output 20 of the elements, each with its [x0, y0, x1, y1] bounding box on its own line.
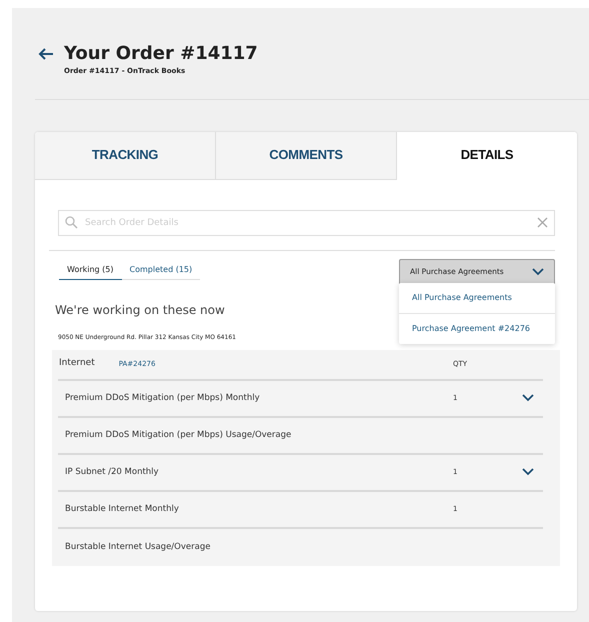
tab[interactable]: TRACKING	[35, 132, 216, 180]
filter-tab[interactable]: Working (5)	[59, 260, 122, 280]
back-arrow-icon[interactable]	[38, 48, 54, 60]
tab[interactable]: COMMENTS	[216, 132, 397, 180]
section-heading: We're working on these now	[55, 302, 226, 318]
expand-chevron-icon[interactable]	[522, 468, 534, 476]
item-name: Burstable Internet Monthly	[65, 504, 179, 514]
expand-chevron-icon[interactable]	[522, 394, 534, 402]
tab[interactable]: DETAILS	[397, 132, 577, 180]
item-name: IP Subnet /20 Monthly	[65, 466, 159, 477]
dropdown-option[interactable]: All Purchase Agreements	[399, 282, 555, 314]
chevron-down-icon	[532, 268, 544, 276]
item-name: Premium DDoS Mitigation (per Mbps) Usage/Overage	[65, 430, 292, 440]
item-name: Premium DDoS Mitigation (per Mbps) Monthly	[65, 392, 260, 403]
group-label: Internet	[59, 357, 95, 370]
search-icon	[65, 216, 78, 228]
dropdown-option[interactable]: Purchase Agreement #24276	[399, 314, 555, 344]
filter-tab[interactable]: Completed (15)	[122, 260, 200, 280]
item-name: Burstable Internet Usage/Overage	[65, 542, 210, 552]
page-title: Your Order #14117	[64, 42, 258, 66]
